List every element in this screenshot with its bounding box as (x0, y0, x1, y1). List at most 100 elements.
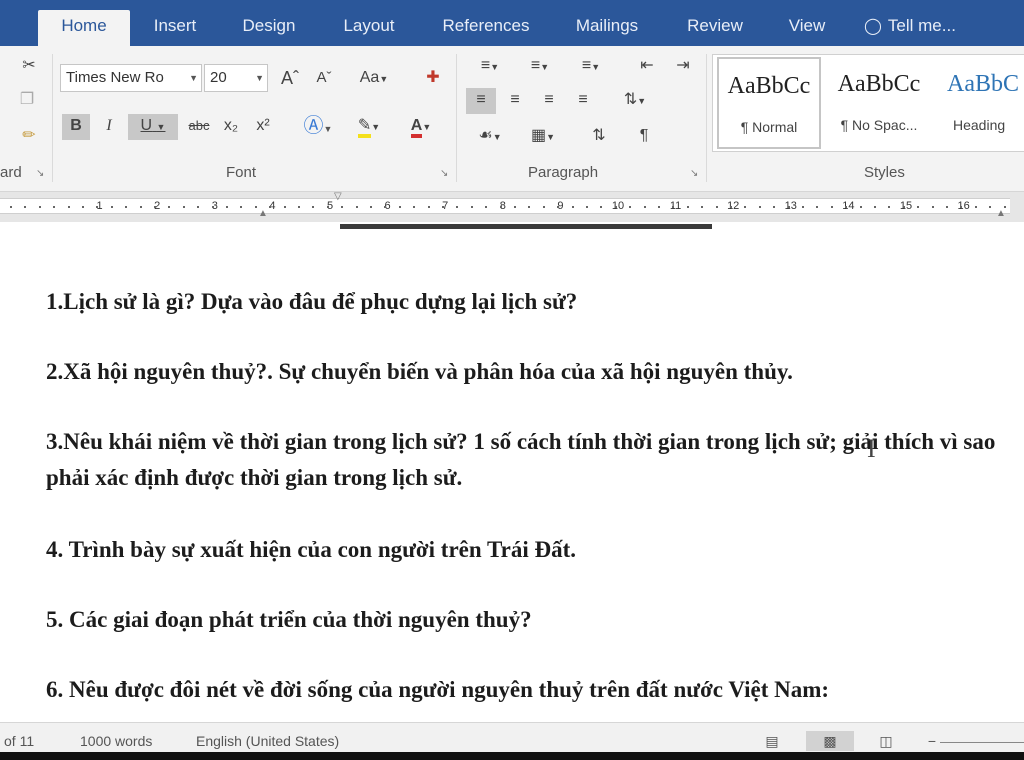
font-size-box[interactable]: 20 ▼ (204, 64, 268, 92)
ruler-tick (686, 206, 689, 208)
font-launcher-icon[interactable]: ↘ (440, 168, 448, 179)
ruler-tick (341, 206, 344, 208)
tab-design[interactable]: Design (228, 10, 310, 46)
change-case-label: Aa (359, 69, 380, 86)
align-left-icon[interactable]: ≡ (466, 88, 496, 114)
document-paragraph[interactable]: 4. Trình bày sự xuất hiện của con người … (46, 532, 1014, 568)
sort-icon[interactable]: ⇅ (584, 124, 614, 150)
style-heading[interactable]: AaBbC Heading (937, 57, 1024, 149)
align-center-icon[interactable]: ≡ (500, 88, 530, 114)
paragraph-launcher-icon[interactable]: ↘ (690, 168, 698, 179)
ruler-tick (427, 206, 430, 208)
cut-icon[interactable]: ✂ (16, 54, 42, 80)
ruler-tick (571, 206, 574, 208)
ruler-tick (730, 206, 732, 208)
page-count[interactable]: of 11 (4, 733, 34, 749)
document-paragraph[interactable]: 1.Lịch sử là gì? Dựa vào đâu để phục dựn… (46, 284, 1014, 320)
decrease-indent-icon[interactable]: ⇤ (632, 54, 662, 80)
ribbon: ✂ ❐ ✏ ard ↘ Times New Ro ▼ 20 ▼ Aˆ Aˇ Aa… (0, 46, 1024, 192)
numbering-icon[interactable]: ≡▼ (518, 54, 562, 80)
style-normal[interactable]: AaBbCc ¶ Normal (717, 57, 821, 149)
superscript-button[interactable]: x² (250, 114, 276, 140)
ruler-tick (542, 206, 545, 208)
ruler-tick (154, 206, 156, 208)
horizontal-ruler[interactable]: 1 2 3 4 5 6 7 8 9 10 11 12 13 14 15 16 ▲ ▽ ▲ (0, 192, 1024, 222)
tab-references[interactable]: References (428, 10, 544, 46)
proofing-language[interactable]: English (United States) (196, 733, 339, 749)
print-layout-icon[interactable]: ▩ (806, 731, 854, 751)
ruler-tick (211, 206, 214, 208)
ruler-tick (830, 206, 833, 208)
ruler-tick (787, 206, 790, 208)
group-divider (52, 54, 53, 182)
paragraph-group-label: Paragraph (528, 164, 599, 181)
subscript-button[interactable]: x₂ (218, 114, 244, 140)
tab-layout[interactable]: Layout (328, 10, 410, 46)
text-effects-icon[interactable]: Ⓐ▼ (296, 114, 340, 140)
show-hide-button[interactable]: ¶ (630, 124, 658, 150)
borders-icon[interactable]: ▦▼ (520, 124, 566, 150)
ruler-number: 15 (899, 200, 913, 212)
ruler-number: 10 (611, 200, 625, 212)
grow-font-button[interactable]: Aˆ (276, 66, 304, 92)
document-page[interactable]: 1.Lịch sử là gì? Dựa vào đâu để phục dựn… (0, 222, 1024, 722)
bullets-icon[interactable]: ≡▼ (468, 54, 512, 80)
right-indent-marker[interactable]: ▲ (996, 209, 1006, 219)
ruler-tick (715, 206, 718, 208)
ruler-tick (499, 206, 502, 208)
shrink-font-button[interactable]: Aˇ (310, 66, 338, 92)
increase-indent-icon[interactable]: ⇥ (668, 54, 698, 80)
word-count[interactable]: 1000 words (80, 733, 152, 749)
ribbon-tab-bar: Home Insert Design Layout References Mai… (0, 0, 1024, 46)
document-paragraph[interactable]: 5. Các giai đoạn phát triển của thời ngu… (46, 602, 1014, 638)
clear-formatting-icon[interactable]: ✚ (420, 66, 446, 92)
left-indent-marker[interactable]: ▲ (258, 209, 268, 219)
align-right-icon[interactable]: ≡ (534, 88, 564, 114)
style-no-spacing[interactable]: AaBbCc ¶ No Spac... (827, 57, 931, 149)
highlight-icon[interactable]: ✎▼ (346, 114, 392, 140)
style-sample: AaBbC (947, 71, 1019, 97)
copy-icon[interactable]: ❐ (14, 88, 40, 114)
format-painter-icon[interactable]: ✏ (16, 124, 42, 150)
justify-icon[interactable]: ≡ (568, 88, 598, 114)
web-layout-icon[interactable]: ◫ (874, 731, 898, 751)
multilevel-list-icon[interactable]: ≡▼ (568, 54, 614, 80)
zoom-slider[interactable] (940, 742, 1024, 743)
tab-mailings[interactable]: Mailings (560, 10, 654, 46)
change-case-button[interactable]: Aa▼ (352, 66, 396, 92)
tab-review[interactable]: Review (672, 10, 758, 46)
tab-view[interactable]: View (774, 10, 840, 46)
ruler-tick (456, 206, 459, 208)
font-family-box[interactable]: Times New Ro ▼ (60, 64, 202, 92)
underline-button[interactable]: U ▼ (128, 114, 178, 140)
ruler-tick (845, 206, 848, 208)
first-line-indent-marker[interactable]: ▽ (334, 192, 342, 202)
italic-button[interactable]: I (96, 114, 122, 140)
ruler-tick (528, 206, 531, 208)
ruler-number: 13 (784, 200, 797, 212)
tell-me-label: Tell me... (887, 16, 956, 35)
tell-me-search[interactable]: ◯ Tell me... (864, 10, 1004, 46)
read-mode-icon[interactable]: ▤ (760, 731, 784, 751)
line-spacing-icon[interactable]: ⇅▼ (612, 88, 658, 114)
ruler-number: 14 (842, 200, 855, 212)
strikethrough-button[interactable]: abc (184, 114, 214, 140)
clipboard-launcher-icon[interactable]: ↘ (36, 168, 44, 179)
document-paragraph[interactable]: 6. Nêu được đôi nét về đời sống của ngườ… (46, 672, 1014, 708)
style-name: Heading (953, 117, 1006, 133)
styles-group-label: Styles (864, 164, 905, 181)
ruler-tick (38, 206, 41, 208)
ruler-tick (125, 206, 128, 208)
shading-icon[interactable]: ☙▼ (466, 124, 514, 150)
bold-button[interactable]: B (62, 114, 90, 140)
ruler-tick (888, 206, 891, 208)
tab-insert[interactable]: Insert (140, 10, 210, 46)
ruler-tick (442, 206, 444, 208)
font-color-button[interactable]: A▼ (398, 114, 444, 140)
ruler-tick (197, 206, 200, 208)
document-paragraph[interactable]: 2.Xã hội nguyên thuỷ?. Sự chuyển biến và… (46, 354, 1014, 390)
ruler-tick (989, 206, 992, 208)
zoom-out-icon[interactable]: − (920, 731, 944, 751)
ruler-tick (902, 206, 905, 208)
tab-home[interactable]: Home (38, 10, 130, 46)
